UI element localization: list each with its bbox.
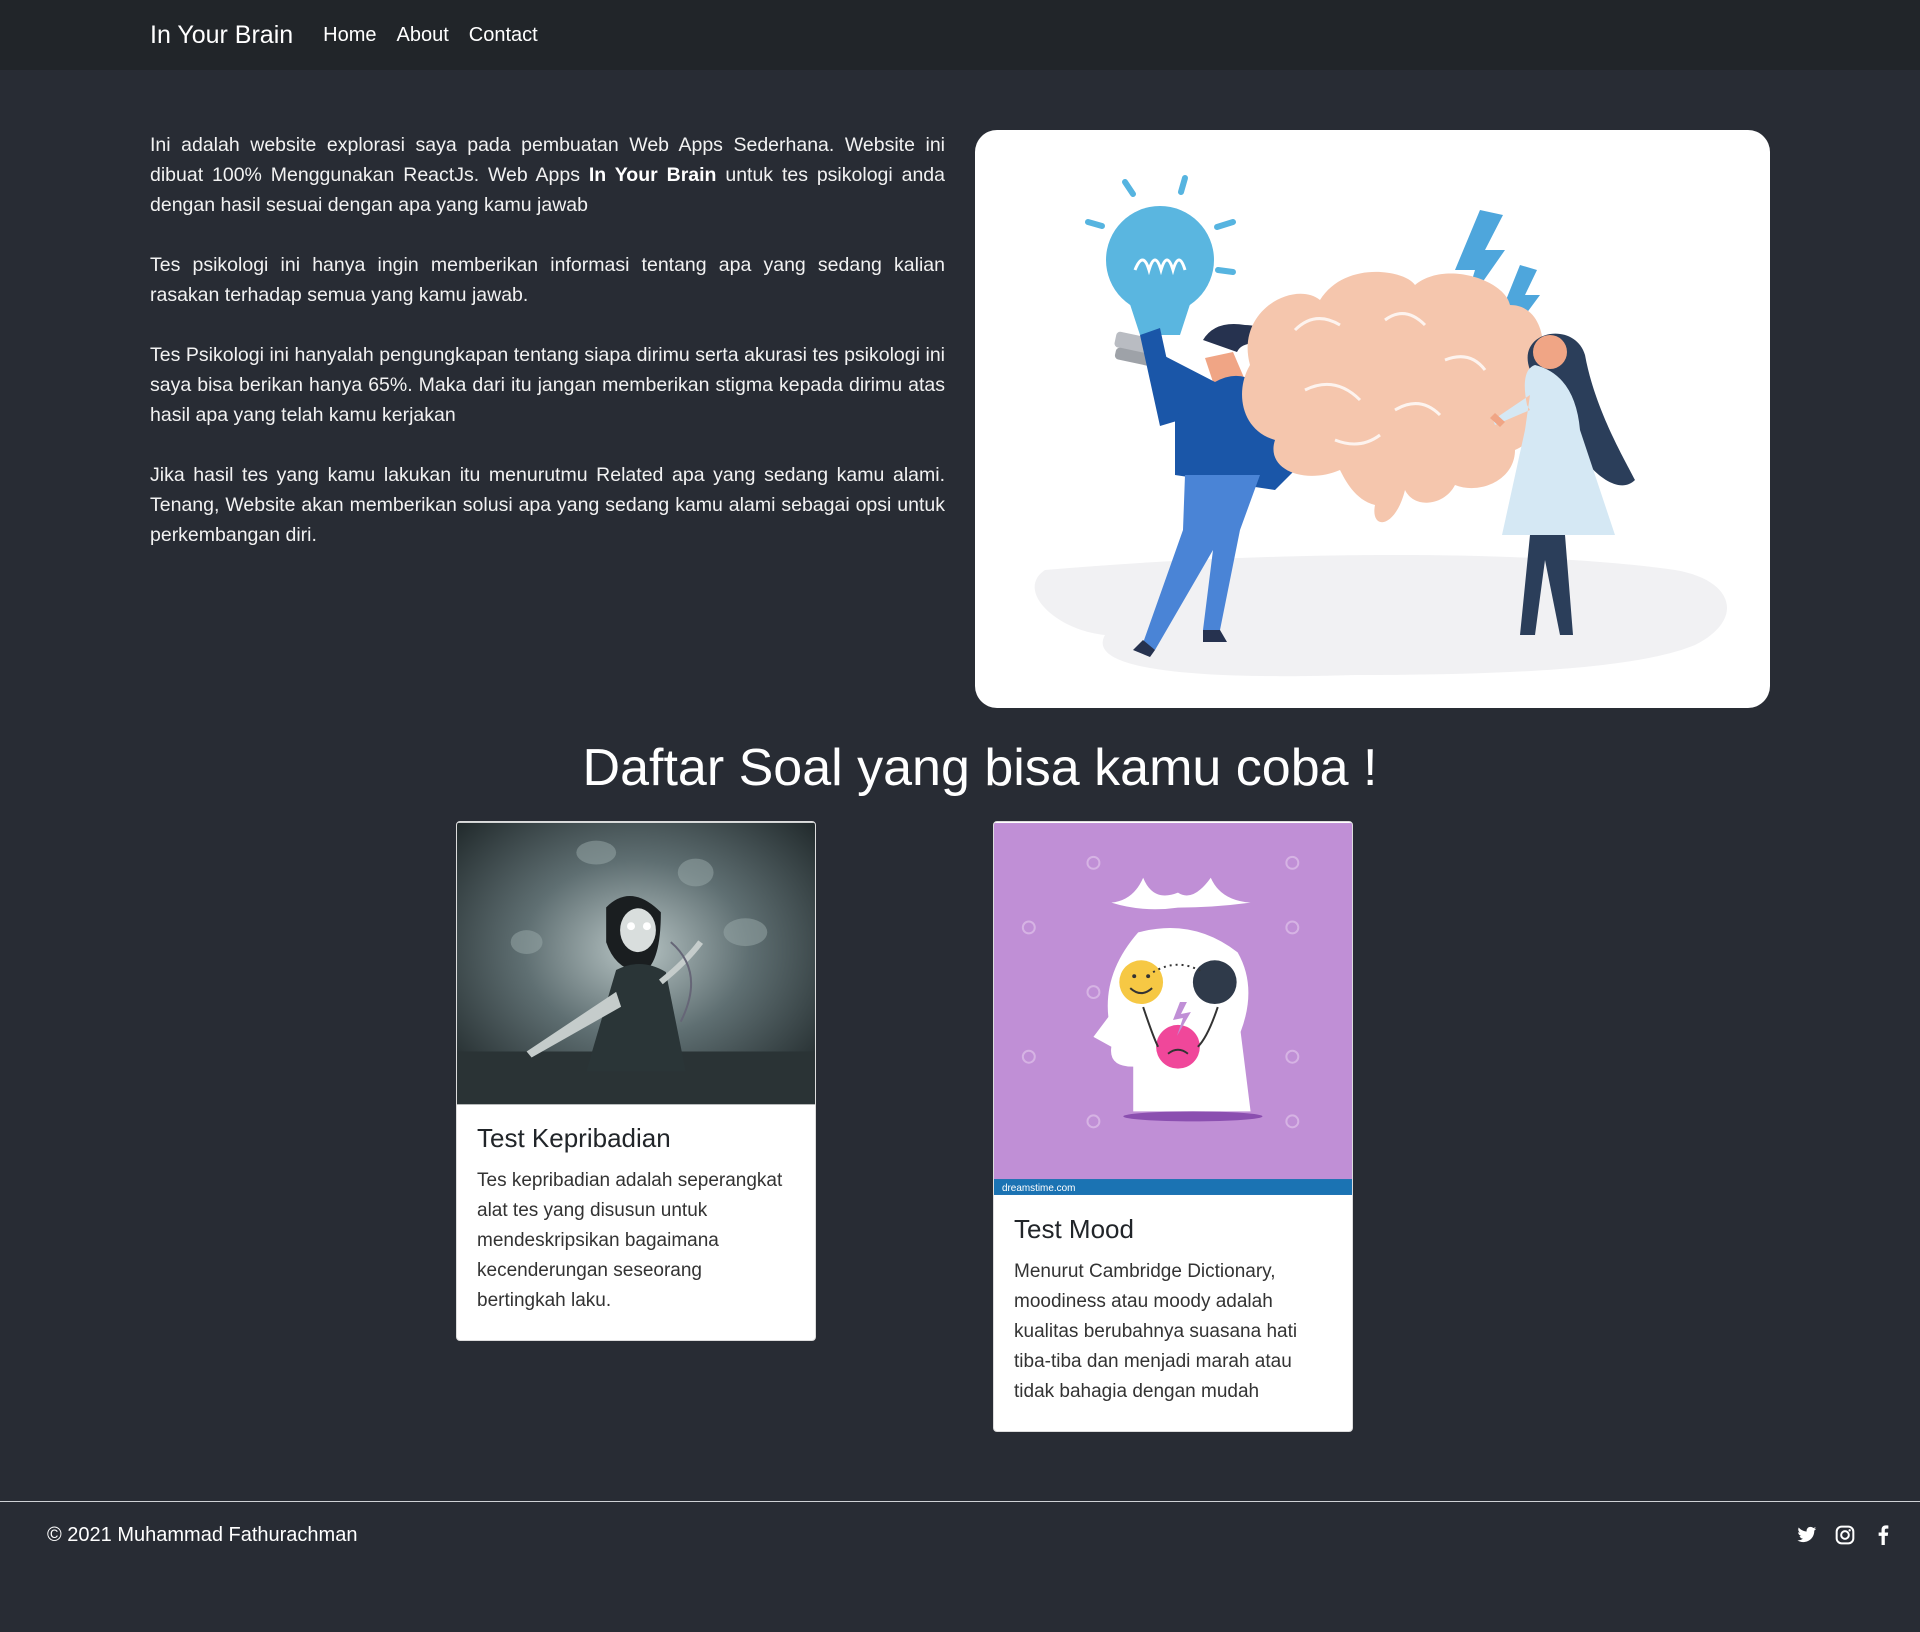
brand-link[interactable]: In Your Brain <box>150 21 293 50</box>
facebook-icon[interactable] <box>1872 1524 1894 1546</box>
card-image-dark-fantasy <box>457 822 815 1105</box>
card-test-kepribadian[interactable]: Test Kepribadian Tes kepribadian adalah … <box>456 821 816 1341</box>
hero-illustration <box>975 130 1770 708</box>
intro-app-name: In Your Brain <box>588 164 717 186</box>
brain-people-illustration <box>1034 175 1728 677</box>
intro-text: Ini adalah website explorasi saya pada p… <box>150 130 945 580</box>
nav-link-contact[interactable]: Contact <box>469 24 538 47</box>
card-title: Test Mood <box>1014 1214 1134 1244</box>
navbar: In Your Brain Home About Contact <box>0 0 1920 70</box>
twitter-icon[interactable] <box>1796 1524 1818 1546</box>
card-body: Test Kepribadian Tes kepribadian adalah … <box>457 1105 815 1340</box>
intro-paragraph-3: Tes Psikologi ini hanyalah pengungkapan … <box>150 344 945 426</box>
nav-link-home[interactable]: Home <box>323 24 376 47</box>
nav-link-about[interactable]: About <box>397 24 449 47</box>
card-test-mood[interactable]: dreamstime.com Test Mood Menurut Cambrid… <box>993 821 1353 1432</box>
section-title: Daftar Soal yang bisa kamu coba ! <box>582 739 1378 797</box>
card-body: Test Mood Menurut Cambridge Dictionary, … <box>994 1196 1352 1431</box>
footer-copyright: © 2021 Muhammad Fathurachman <box>47 1524 358 1546</box>
card-text: Menurut Cambridge Dictionary, moodiness … <box>1014 1261 1298 1402</box>
card-image-mood-head: dreamstime.com <box>994 823 1352 1195</box>
footer-divider <box>0 1501 1920 1502</box>
intro-paragraph-1: Ini adalah website explorasi saya pada p… <box>150 130 945 220</box>
instagram-icon[interactable] <box>1834 1524 1856 1546</box>
social-links <box>1796 1524 1894 1546</box>
watermark-text: dreamstime.com <box>1002 1183 1075 1194</box>
card-title: Test Kepribadian <box>477 1123 671 1153</box>
card-text: Tes kepribadian adalah seperangkat alat … <box>477 1170 783 1311</box>
intro-paragraph-2: Tes psikologi ini hanya ingin memberikan… <box>150 254 945 306</box>
intro-paragraph-4: Jika hasil tes yang kamu lakukan itu men… <box>150 464 945 546</box>
